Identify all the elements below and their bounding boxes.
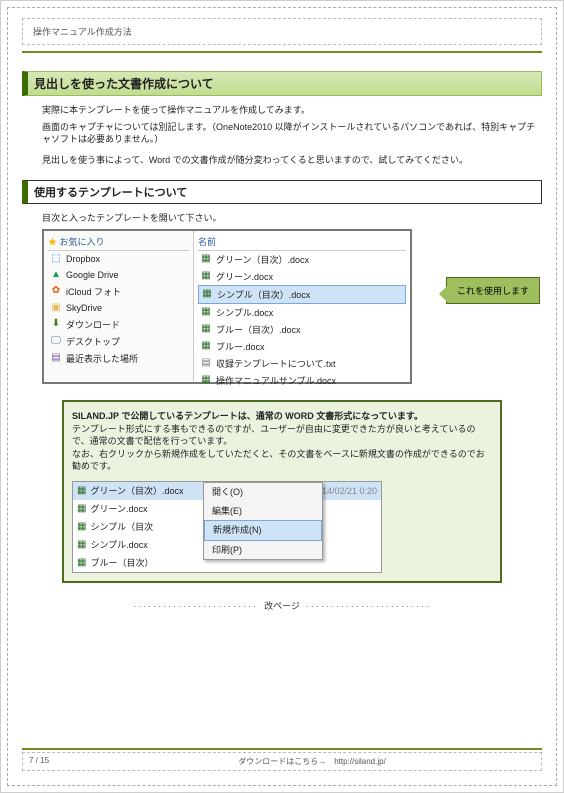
file-item[interactable]: ▦ シンプル（目次）.docx: [198, 285, 406, 304]
file-icon: ▦: [200, 374, 212, 386]
file-icon: ▦: [200, 270, 212, 282]
file-icon: ▦: [200, 306, 212, 318]
callout-text: これを使用します: [457, 286, 529, 296]
file-icon: ▦: [77, 538, 86, 552]
header-title: 操作マニュアル作成方法: [33, 27, 132, 37]
file-name: ブルー（目次）.docx: [216, 323, 301, 336]
file-list-header-label: 名前: [198, 237, 216, 247]
file-name: 操作マニュアルサンプル.docx: [216, 374, 336, 387]
favorites-item-label: 最近表示した場所: [66, 352, 138, 365]
star-icon: ★: [48, 237, 57, 247]
file-icon: ▦: [77, 520, 86, 534]
intro-line-1: 実際に本テンプレートを使って操作マニュアルを作成してみます。: [42, 104, 542, 117]
file-name: グリーン.docx: [90, 503, 147, 516]
file-icon: ▦: [200, 323, 212, 335]
file-name: 収録テンプレートについて.txt: [216, 357, 335, 370]
page-footer: 7 / 15 ダウンロードはこちら→ http://siland.jp/: [22, 748, 542, 771]
icloud-icon: ✿: [50, 285, 62, 297]
page-header: 操作マニュアル作成方法: [22, 18, 542, 45]
file-list-header: 名前: [198, 233, 406, 251]
heading-1: 見出しを使った文書作成について: [22, 71, 542, 96]
gdrive-icon: ▲: [50, 269, 62, 281]
heading-2-text: 使用するテンプレートについて: [34, 187, 187, 199]
skydrive-icon: ▣: [50, 302, 62, 314]
favorites-item[interactable]: ▣ SkyDrive: [48, 300, 189, 316]
context-menu-item[interactable]: 印刷(P): [204, 541, 322, 560]
heading-1-text: 見出しを使った文書作成について: [34, 77, 214, 91]
file-item[interactable]: ▦ ブルー（目次）.docx: [198, 321, 406, 338]
intro-line-2: 画面のキャプチャについては別記します。（OneNote2010 以降がインストー…: [42, 121, 542, 146]
info-line-3: なお、右クリックから新規作成をしていただくと、その文書をベースに新規文書の作成が…: [72, 448, 492, 473]
file-icon: ▤: [200, 357, 212, 369]
file-icon: ▦: [77, 556, 86, 570]
context-menu-item[interactable]: 編集(E): [204, 502, 322, 521]
file-item[interactable]: ▦ グリーン（目次）.docx: [198, 251, 406, 268]
favorites-pane: ★ お気に入り ⬚ Dropbox ▲ Google Drive ✿ iCloud フォト…: [44, 231, 194, 382]
file-name: グリーン.docx: [216, 270, 273, 283]
favorites-item[interactable]: 🖵 デスクトップ: [48, 333, 189, 350]
heading-2: 使用するテンプレートについて: [22, 180, 542, 204]
file-icon: ▦: [200, 340, 212, 352]
desktop-icon: 🖵: [50, 335, 62, 347]
favorites-item[interactable]: ▲ Google Drive: [48, 267, 189, 283]
favorites-item[interactable]: ⬇ ダウンロード: [48, 316, 189, 333]
favorites-item-label: Google Drive: [66, 270, 119, 280]
info-line-2: テンプレート形式にする事もできるのですが、ユーザーが自由に変更できた方が良いと考…: [72, 423, 492, 448]
footer-divider: [22, 748, 542, 750]
page: 操作マニュアル作成方法 見出しを使った文書作成について 実際に本テンプレートを使…: [0, 0, 564, 793]
explorer-panel: ★ お気に入り ⬚ Dropbox ▲ Google Drive ✿ iCloud フォト…: [42, 229, 412, 384]
favorites-item-label: ダウンロード: [66, 318, 120, 331]
favorites-item-label: iCloud フォト: [66, 285, 121, 298]
favorites-item-label: SkyDrive: [66, 303, 102, 313]
file-item[interactable]: ▦ 操作マニュアルサンプル.docx: [198, 372, 406, 389]
intro-line-3: 見出しを使う事によって、Word での文書作成が随分変わってくると思いますので、…: [42, 154, 542, 167]
context-menu-item[interactable]: 新規作成(N): [204, 520, 322, 541]
header-divider: [22, 51, 542, 53]
info-line-1: SILAND.JP で公開しているテンプレートは、通常の WORD 文書形式にな…: [72, 411, 423, 421]
callout-box: これを使用します: [446, 277, 540, 304]
recent-icon: ▤: [50, 352, 62, 364]
file-name: グリーン（目次）.docx: [90, 485, 183, 498]
file-item[interactable]: ▦ ブルー.docx: [198, 338, 406, 355]
favorites-item[interactable]: ⬚ Dropbox: [48, 251, 189, 267]
dropbox-icon: ⬚: [50, 253, 62, 265]
instruction-text: 目次と入ったテンプレートを開いて下さい。: [42, 212, 542, 225]
file-name: ブルー.docx: [216, 340, 265, 353]
file-name: シンプル（目次: [90, 521, 153, 534]
favorites-item[interactable]: ✿ iCloud フォト: [48, 283, 189, 300]
favorites-header-label: お気に入り: [60, 237, 105, 247]
file-icon: ▦: [77, 502, 86, 516]
info-box: SILAND.JP で公開しているテンプレートは、通常の WORD 文書形式にな…: [62, 400, 502, 583]
file-name: グリーン（目次）.docx: [216, 253, 309, 266]
file-icon: ▦: [200, 253, 212, 265]
footer-download: ダウンロードはこちら→ http://siland.jp/: [89, 756, 535, 767]
file-item[interactable]: ▤ 収録テンプレートについて.txt: [198, 355, 406, 372]
page-number: 7 / 15: [29, 756, 89, 767]
download-icon: ⬇: [50, 318, 62, 330]
file-name: シンプル.docx: [216, 306, 273, 319]
favorites-item[interactable]: ▤ 最近表示した場所: [48, 350, 189, 367]
file-name: シンプル（目次）.docx: [217, 288, 310, 301]
file-icon: ▦: [201, 288, 213, 300]
favorites-item-label: Dropbox: [66, 254, 100, 264]
file-list-pane: 名前 ▦グリーン（目次）.docx▦グリーン.docx▦シンプル（目次）.doc…: [194, 231, 410, 382]
file-icon: ▦: [77, 484, 86, 498]
context-menu: 開く(O)編集(E)新規作成(N)印刷(P): [203, 482, 323, 560]
favorites-item-label: デスクトップ: [66, 335, 120, 348]
page-break: 改ページ: [22, 599, 542, 612]
favorites-header: ★ お気に入り: [48, 233, 189, 251]
page-content: 操作マニュアル作成方法 見出しを使った文書作成について 実際に本テンプレートを使…: [7, 7, 557, 786]
page-break-label: 改ページ: [127, 601, 437, 611]
file-item[interactable]: ▦ グリーン.docx: [198, 268, 406, 285]
file-name: シンプル.docx: [90, 539, 147, 552]
file-item[interactable]: ▦ シンプル.docx: [198, 304, 406, 321]
context-menu-item[interactable]: 開く(O): [204, 483, 322, 502]
file-name: ブルー（目次）: [90, 557, 153, 570]
context-file-list: ▦グリーン（目次）.docx2014/02/21 0:20▦グリーン.docx▦…: [72, 481, 382, 573]
